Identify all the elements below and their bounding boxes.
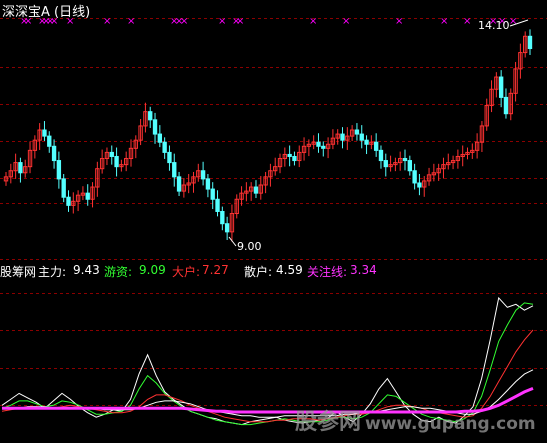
kline-terminal: × × × × × × × × × × × × × × × × × × × × × × × 深深宝A (日线) 14.10 … (0, 0, 547, 443)
candle-body-77 (373, 141, 379, 151)
high-price-label: 14.10 (478, 19, 510, 32)
top-marker-7: × (103, 16, 111, 27)
low-price-label: 9.00 (237, 240, 262, 253)
candle-body-109 (527, 35, 533, 50)
candle-body-66 (321, 145, 326, 149)
candle-body-23 (114, 155, 119, 168)
candle-body-41 (200, 170, 206, 180)
top-marker-18: × (440, 16, 448, 27)
legend-label-main-force: 主力: (38, 265, 67, 279)
candle-body-60 (292, 155, 297, 162)
candle-body-10 (51, 145, 57, 162)
candle-body-46 (224, 223, 230, 233)
legend-value-attention-line: 3.34 (350, 263, 377, 277)
legend-value-big-holder: 7.27 (202, 263, 229, 277)
top-markers: ×× ×××× × × × ××× × ×× × × × × × × × × (20, 16, 517, 27)
candle-body-11 (56, 160, 62, 180)
candle-body-3 (18, 162, 23, 174)
charts-canvas: ×× ×××× × × × ××× × ×× × × × × × × × × (0, 16, 547, 426)
candle-body-79 (383, 160, 388, 168)
candle-body-65 (316, 141, 321, 147)
candle-body-74 (359, 133, 364, 141)
candle-body-103 (498, 76, 504, 98)
candle-body-34 (167, 151, 172, 164)
legend-label-hot-money: 游资: (104, 265, 133, 279)
candle-body-30 (148, 111, 153, 121)
candle-body-8 (42, 129, 47, 137)
candle-body-104 (503, 96, 509, 115)
top-marker-15: × (309, 16, 317, 27)
top-marker-11: × (180, 16, 188, 27)
candle-body-86 (417, 182, 422, 188)
candle-body-78 (378, 149, 384, 162)
candle-body-31 (152, 119, 158, 135)
candle-body-17 (85, 192, 90, 200)
legend-label-retail: 散户: (244, 265, 273, 279)
candle-body-44 (215, 198, 220, 212)
watermark-site: 股参网 (295, 410, 362, 435)
top-marker-14: × (236, 16, 244, 27)
legend-label-attention-line: 关注线: (307, 265, 348, 279)
candle-body-33 (162, 141, 167, 153)
legend-value-retail: 4.59 (276, 263, 303, 277)
candle-body-83 (402, 158, 408, 162)
candle-body-75 (364, 139, 369, 145)
top-marker-16: × (342, 16, 350, 27)
legend-value-hot-money: 9.09 (139, 263, 166, 277)
candlestick-series (3, 19, 533, 247)
candle-body-52 (253, 186, 259, 194)
watermark: 股参网 www.gupang.com (295, 404, 536, 436)
candle-body-84 (407, 160, 412, 172)
low-price-arrow (228, 236, 237, 247)
top-marker-17: × (395, 16, 403, 27)
top-marker-12: × (218, 16, 226, 27)
candle-body-13 (66, 196, 71, 206)
legend-label-big-holder: 大户: (172, 265, 201, 279)
candle-body-12 (61, 178, 66, 198)
candle-body-85 (412, 170, 417, 184)
candle-body-43 (210, 188, 215, 200)
candle-body-73 (354, 129, 360, 135)
candle-body-36 (176, 176, 182, 192)
candle-body-45 (220, 210, 225, 225)
candle-body-35 (172, 162, 177, 178)
candle-body-70 (340, 133, 345, 141)
candle-body-32 (157, 133, 163, 143)
top-marker-8: × (127, 16, 135, 27)
stock-title: 深深宝A (日线) (2, 5, 91, 20)
candle-body-59 (287, 153, 292, 157)
indicator-name: 股筹网 (0, 265, 37, 279)
candle-body-22 (109, 151, 114, 157)
top-marker-19: × (463, 16, 471, 27)
legend-value-main-force: 9.43 (73, 263, 100, 277)
grid-lines (0, 18, 547, 406)
candle-body-9 (47, 135, 52, 147)
watermark-url: www.gupang.com (365, 414, 536, 434)
candle-body-42 (205, 178, 211, 190)
